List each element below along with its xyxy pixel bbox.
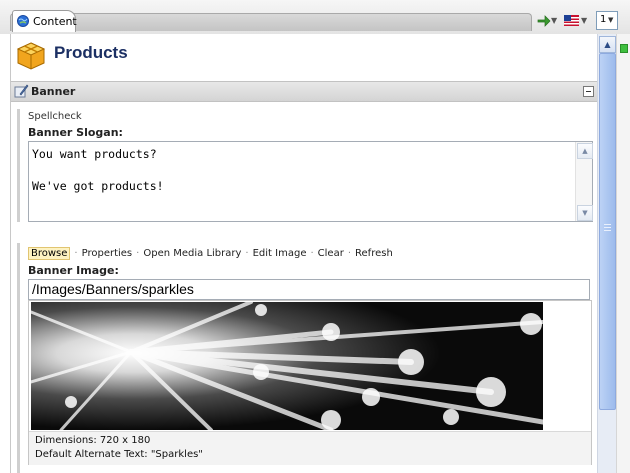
refresh-button[interactable]: Refresh <box>355 248 393 259</box>
package-icon <box>16 42 46 70</box>
navigate-arrow-icon <box>537 15 551 27</box>
scroll-down-button[interactable]: ▼ <box>577 205 593 221</box>
chevron-down-icon: ▼ <box>551 16 558 25</box>
textarea-scrollbar[interactable]: ▲ ▼ <box>575 142 593 221</box>
tab-track <box>10 13 532 31</box>
tab-content[interactable]: Content <box>12 10 77 32</box>
image-actions-toolbar: Browse · Properties · Open Media Library · Edi… <box>28 247 393 261</box>
us-flag-icon <box>564 15 579 26</box>
open-media-library-button[interactable]: Open Media Library <box>143 248 241 259</box>
separator: · <box>347 248 352 259</box>
spellcheck-link[interactable]: Spellcheck <box>28 111 82 122</box>
scroll-up-button[interactable]: ▲ <box>577 143 593 159</box>
banner-image-label: Banner Image: <box>28 264 119 277</box>
version-selector[interactable]: 1 ▼ <box>596 11 618 30</box>
side-gutter <box>616 34 630 473</box>
banner-slogan-textarea[interactable]: You want products? We've got products! ▲… <box>28 141 593 222</box>
globe-icon <box>17 15 29 27</box>
properties-button[interactable]: Properties <box>82 248 133 259</box>
banner-slogan-label: Banner Slogan: <box>28 126 123 139</box>
content-panel: Products Banner Spellcheck Banner Slogan… <box>10 34 598 473</box>
main-scrollbar[interactable]: ▲ <box>597 34 616 473</box>
image-path-value: /Images/Banners/sparkles <box>32 281 194 297</box>
image-info: Dimensions: 720 x 180 Default Alternate … <box>29 431 591 465</box>
section-title: Banner <box>31 85 76 98</box>
clear-button[interactable]: Clear <box>318 248 344 259</box>
page-title: Products <box>54 43 128 62</box>
version-value: 1 <box>600 14 607 25</box>
image-path-field[interactable]: /Images/Banners/sparkles <box>28 279 590 300</box>
field-indicator <box>17 109 20 222</box>
scrollbar-grip <box>604 224 611 233</box>
tab-strip: Content ▼ ▼ 1 ▼ <box>0 0 630 34</box>
separator: · <box>245 248 249 259</box>
quill-icon <box>14 84 29 98</box>
banner-slogan-value: You want products? We've got products! <box>32 147 164 193</box>
collapse-button[interactable] <box>583 86 594 97</box>
navigate-menu-button[interactable]: ▼ <box>537 12 557 30</box>
field-indicator <box>17 243 20 473</box>
browse-button[interactable]: Browse <box>28 247 71 260</box>
image-preview: Dimensions: 720 x 180 Default Alternate … <box>28 300 592 465</box>
language-menu-button[interactable]: ▼ <box>564 12 588 30</box>
banner-preview-image <box>31 302 543 430</box>
edit-image-button[interactable]: Edit Image <box>253 248 307 259</box>
status-indicator-icon <box>620 44 628 53</box>
chevron-down-icon: ▼ <box>608 16 614 24</box>
section-header-banner[interactable]: Banner <box>11 81 598 102</box>
separator: · <box>310 248 314 259</box>
tab-label: Content <box>33 15 77 28</box>
image-alt-text: Default Alternate Text: "Sparkles" <box>35 449 203 460</box>
chevron-down-icon: ▼ <box>581 16 588 25</box>
scrollbar-thumb[interactable] <box>599 53 616 410</box>
image-dimensions: Dimensions: 720 x 180 <box>35 435 151 446</box>
scroll-up-button[interactable]: ▲ <box>599 36 616 53</box>
item-header: Products <box>11 34 598 80</box>
separator: · <box>136 248 140 259</box>
separator: · <box>74 248 78 259</box>
